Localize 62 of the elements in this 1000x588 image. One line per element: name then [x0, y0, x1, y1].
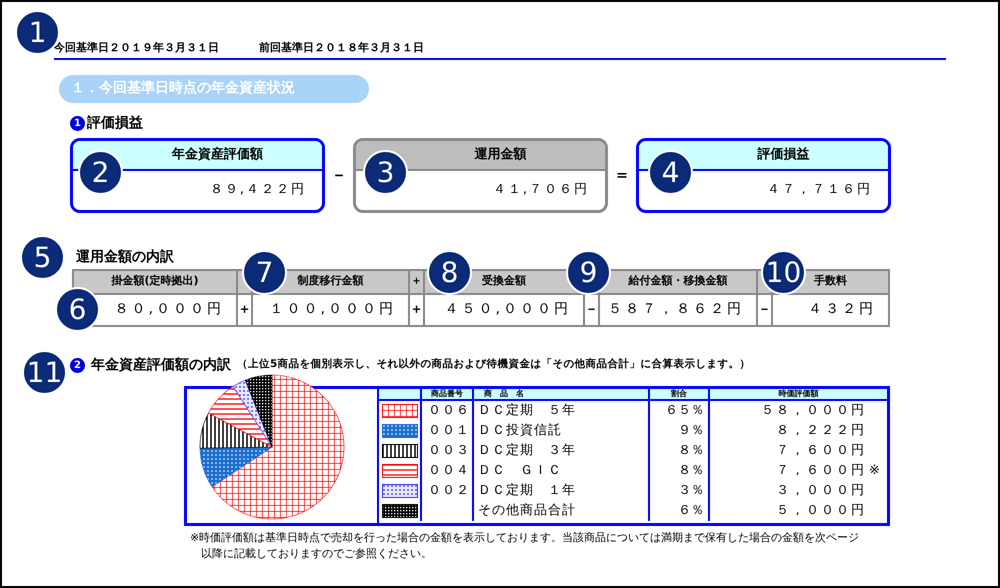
callout-number: 5	[20, 235, 65, 280]
value-cell-text: ８，２２２円	[776, 422, 866, 440]
product-code: ００３	[428, 442, 470, 460]
column-header: 商 品 名	[474, 388, 650, 398]
amount-cell-text: ５８７，８６２円	[608, 300, 744, 319]
product-name: ＤＣ定期 １年	[478, 482, 576, 500]
operator-sign: ＋	[410, 300, 423, 319]
card-value: ８９,４２２円	[210, 181, 306, 200]
amount-cell-text: ４５０,０００円	[444, 300, 571, 319]
share-cell-text: ３％	[678, 482, 704, 500]
product-code: ００１	[428, 422, 470, 440]
callout-number: 6	[55, 287, 100, 332]
callout-number: 9	[566, 250, 611, 295]
callout-number: 7	[242, 250, 287, 295]
operator-sign: －	[330, 164, 348, 186]
card-value: ４７，７１６円	[767, 181, 872, 200]
column-header: 割合	[650, 388, 710, 398]
operator-sign: ＝	[613, 164, 631, 186]
column-header: 給付金額・移換金額	[600, 270, 756, 294]
card-value: ４１,７０６円	[492, 181, 589, 200]
product-code: ００２	[428, 482, 470, 500]
operator-sign: －	[585, 300, 598, 319]
share-cell-text: ８％	[678, 442, 704, 460]
number-badge: 1	[70, 116, 85, 130]
share-cell-text: ８％	[678, 462, 704, 480]
product-name: ＤＣ定期 ３年	[478, 442, 576, 460]
amount-cell-text: ８０,０００円	[114, 300, 224, 319]
footnote: ※時価評価額は基準日時点で売却を行った場合の金額を表示しております。当該商品については満期まで保有した場合の金額を次ページ以降に記載しておりますのでご参照ください。	[190, 530, 860, 562]
current-date: 今回基準日２０１９年３月３１日	[54, 40, 219, 56]
share-cell-text: ９％	[678, 422, 704, 440]
value-cell-text: ３，０００円	[776, 482, 866, 500]
callout-number: 11	[22, 350, 67, 395]
column-header: 時価評価額	[778, 388, 820, 398]
share-cell-text: ６５％	[665, 402, 704, 420]
product-name: ＤＣ投資信託	[478, 422, 562, 440]
value-cell-text: ５８，０００円	[761, 402, 866, 420]
number-badge: 2	[70, 358, 85, 372]
column-header: 掛金額(定時拠出)	[74, 270, 236, 294]
share-cell-text: ６％	[678, 502, 704, 520]
operator-sign: －	[758, 300, 771, 319]
value-cell-text: ５，０００円	[776, 502, 866, 520]
product-name: その他商品合計	[478, 502, 576, 520]
product-name: ＤＣ ＧＩＣ	[478, 462, 562, 480]
operator-sign: ＋	[410, 270, 423, 294]
value-cell-text: ７，６００円	[776, 462, 866, 480]
subsection-title: 評価損益	[87, 114, 143, 132]
value-cell-text: ７，６００円	[776, 442, 866, 460]
subsection-title: 運用金額の内訳	[76, 248, 175, 266]
previous-date: 前回基準日２０１８年３月３１日	[259, 40, 424, 56]
callout-number: 8	[427, 250, 472, 295]
note-mark: ※	[869, 462, 881, 480]
note-text: （上位5商品を個別表示し、それ以外の商品および待機資金は「その他商品合計」に合算表示します。）	[237, 357, 750, 372]
subsection-title: 年金資産評価額の内訳	[91, 356, 231, 374]
operator-sign: ＋	[238, 300, 251, 319]
product-name: ＤＣ定期 ５年	[478, 402, 576, 420]
column-header: 商品番号	[422, 388, 474, 398]
section-title: １．今回基準日時点の年金資産状況	[59, 74, 369, 102]
product-code: ００４	[428, 462, 470, 480]
product-code: ００６	[428, 402, 470, 420]
callout-number: 10	[761, 250, 806, 295]
amount-cell-text: ４３２円	[808, 300, 876, 319]
amount-cell-text: １００,０００円	[270, 300, 396, 319]
